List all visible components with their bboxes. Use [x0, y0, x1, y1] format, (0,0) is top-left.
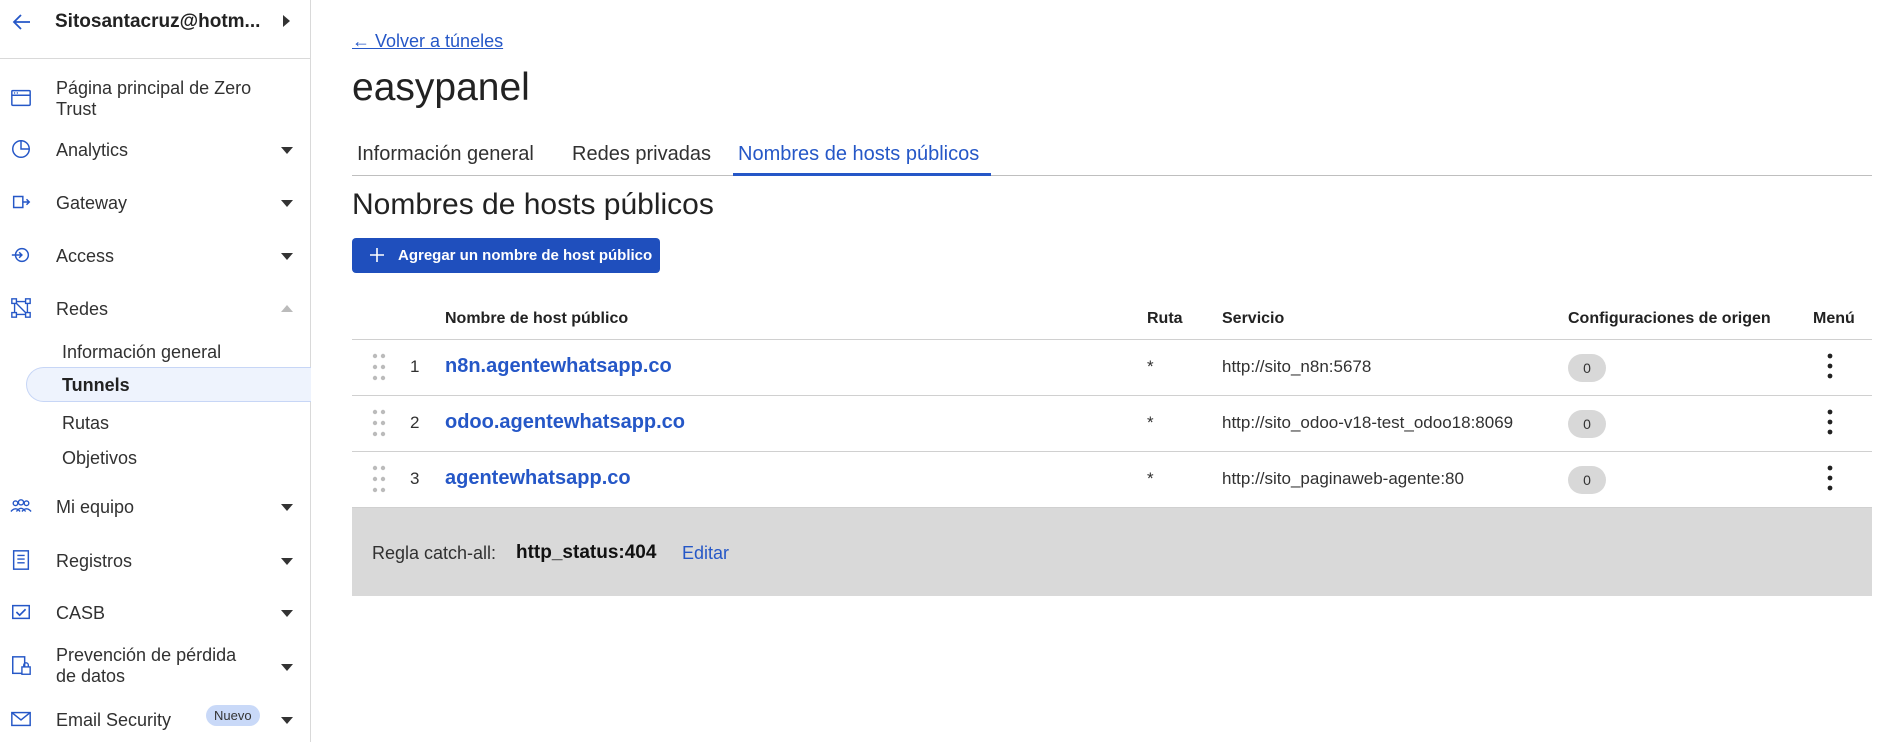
catch-all-value: http_status:404: [516, 542, 657, 563]
sidebar-item-redes[interactable]: Redes: [0, 297, 310, 321]
sidebar-item-label: Email Security: [56, 710, 172, 730]
sidebar-item-gateway[interactable]: Gateway: [0, 191, 310, 215]
kebab-menu-icon[interactable]: [1826, 409, 1834, 435]
access-icon: [11, 247, 30, 263]
row-number: 3: [410, 469, 420, 488]
path-cell: *: [1147, 357, 1154, 376]
sidebar-subitem-informacion-general[interactable]: Información general: [62, 342, 221, 363]
page-title: easypanel: [352, 66, 530, 109]
catch-all-rule: Regla catch-all: http_status:404 Editar: [352, 508, 1872, 596]
new-badge: Nuevo: [206, 705, 260, 726]
sidebar-item-label: CASB: [56, 603, 106, 623]
gateway-icon: [12, 195, 31, 209]
sidebar-item-label: Prevención de pérdida de datos: [56, 645, 237, 686]
tab-bar: Información general Redes privadas Nombr…: [352, 138, 1872, 176]
table-row: 3 agentewhatsapp.co * http://sito_pagina…: [352, 452, 1872, 508]
tab-informacion-general[interactable]: Información general: [357, 143, 534, 166]
browser-window-icon: [11, 89, 31, 107]
logs-icon: [12, 550, 30, 570]
sidebar-item-dlp[interactable]: Prevención de pérdida de datos: [0, 645, 310, 689]
sidebar-item-casb[interactable]: CASB: [0, 601, 310, 625]
section-title: Nombres de hosts públicos: [352, 188, 714, 221]
sidebar-subitem-rutas[interactable]: Rutas: [62, 413, 109, 434]
service-cell: http://sito_n8n:5678: [1222, 357, 1372, 376]
column-header-service: Servicio: [1222, 310, 1285, 327]
drag-handle-icon[interactable]: [372, 408, 386, 438]
column-header-hostname: Nombre de host público: [445, 310, 629, 327]
hostname-link[interactable]: agentewhatsapp.co: [445, 467, 631, 490]
sidebar: Sitosantacruz@hotm... Página principal d…: [0, 0, 311, 742]
origin-config-count: 0: [1568, 466, 1606, 494]
chevron-down-icon[interactable]: [281, 717, 293, 724]
chevron-up-icon[interactable]: [281, 305, 293, 312]
drag-handle-icon[interactable]: [372, 352, 386, 382]
add-button-label: Agregar un nombre de host público: [398, 247, 653, 264]
chevron-down-icon[interactable]: [281, 558, 293, 565]
add-public-hostname-button[interactable]: Agregar un nombre de host público: [352, 238, 660, 273]
chevron-down-icon[interactable]: [281, 664, 293, 671]
sidebar-subitem-label: Tunnels: [62, 375, 130, 395]
origin-config-count: 0: [1568, 354, 1606, 382]
sidebar-item-label: Redes: [56, 299, 109, 319]
email-security-icon: [11, 711, 31, 727]
sidebar-subitem-tunnels[interactable]: Tunnels: [26, 367, 311, 402]
tab-redes-privadas[interactable]: Redes privadas: [572, 143, 711, 166]
sidebar-item-mi-equipo[interactable]: Mi equipo: [0, 495, 310, 519]
chevron-down-icon[interactable]: [281, 200, 293, 207]
dlp-icon: [12, 656, 31, 675]
service-cell: http://sito_paginaweb-agente:80: [1222, 469, 1464, 488]
sidebar-item-label: Mi equipo: [56, 497, 135, 517]
active-tab-indicator: [733, 173, 991, 176]
row-number: 2: [410, 413, 420, 432]
pie-chart-icon: [12, 140, 30, 158]
path-cell: *: [1147, 413, 1154, 432]
hostname-link[interactable]: n8n.agentewhatsapp.co: [445, 355, 672, 378]
back-to-tunnels-link[interactable]: ← Volver a túneles: [352, 31, 503, 52]
sidebar-item-label: Analytics: [56, 140, 129, 160]
sidebar-item-analytics[interactable]: Analytics: [0, 138, 310, 162]
sidebar-item-label: Página principal de Zero Trust: [56, 78, 252, 119]
chevron-down-icon[interactable]: [281, 253, 293, 260]
sidebar-item-home[interactable]: Página principal de Zero Trust: [0, 78, 310, 119]
table-row: 2 odoo.agentewhatsapp.co * http://sito_o…: [352, 396, 1872, 452]
sidebar-item-label: Gateway: [56, 193, 128, 213]
sidebar-item-email-security[interactable]: Email Security: [0, 708, 310, 732]
sidebar-subitem-objetivos[interactable]: Objetivos: [62, 448, 137, 469]
catch-all-label: Regla catch-all:: [372, 543, 497, 563]
network-icon: [11, 298, 31, 318]
account-switcher[interactable]: Sitosantacruz@hotm...: [0, 0, 310, 59]
kebab-menu-icon[interactable]: [1826, 353, 1834, 379]
sidebar-item-registros[interactable]: Registros: [0, 549, 310, 573]
drag-handle-icon[interactable]: [372, 464, 386, 494]
edit-catch-all-link[interactable]: Editar: [682, 543, 729, 564]
row-number: 1: [410, 357, 420, 376]
table-row: 1 n8n.agentewhatsapp.co * http://sito_n8…: [352, 340, 1872, 396]
back-arrow-icon[interactable]: [10, 10, 34, 34]
sidebar-item-label: Access: [56, 246, 115, 266]
sidebar-item-label: Registros: [56, 551, 133, 571]
chevron-down-icon[interactable]: [281, 610, 293, 617]
column-header-origin-config: Configuraciones de origen: [1568, 310, 1771, 327]
account-name[interactable]: Sitosantacruz@hotm...: [55, 11, 260, 33]
origin-config-count: 0: [1568, 410, 1606, 438]
hostname-link[interactable]: odoo.agentewhatsapp.co: [445, 411, 685, 434]
kebab-menu-icon[interactable]: [1826, 465, 1834, 491]
plus-icon: [370, 248, 384, 262]
sidebar-item-access[interactable]: Access: [0, 244, 310, 268]
column-header-menu: Menú: [1813, 310, 1855, 327]
casb-icon: [12, 604, 30, 620]
column-header-path: Ruta: [1147, 310, 1183, 327]
chevron-right-icon[interactable]: [283, 15, 290, 27]
chevron-down-icon[interactable]: [281, 147, 293, 154]
service-cell: http://sito_odoo-v18-test_odoo18:8069: [1222, 413, 1514, 432]
path-cell: *: [1147, 469, 1154, 488]
team-icon: [10, 499, 32, 512]
tab-nombres-hosts-publicos[interactable]: Nombres de hosts públicos: [738, 143, 979, 166]
chevron-down-icon[interactable]: [281, 504, 293, 511]
